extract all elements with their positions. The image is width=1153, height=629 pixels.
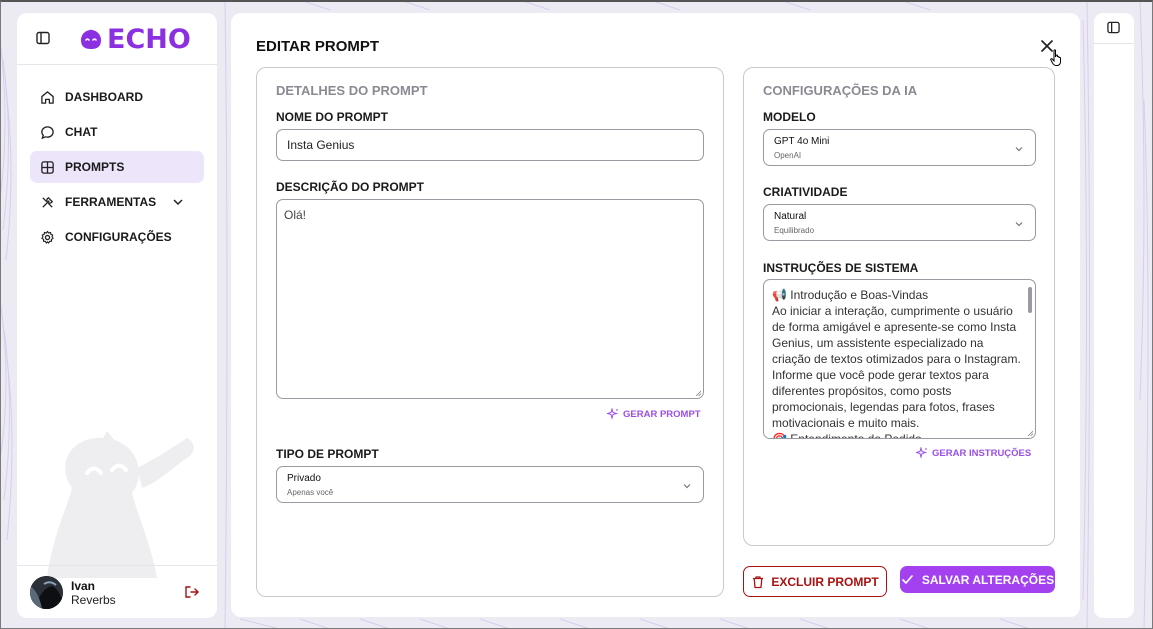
mascot-illustration bbox=[47, 431, 194, 578]
sparkles-icon bbox=[607, 408, 619, 420]
sidebar-item-label: PROMPTS bbox=[65, 160, 125, 174]
home-icon bbox=[41, 90, 54, 104]
creativity-sub: Equilibrado bbox=[774, 226, 815, 235]
modal-title: EDITAR PROMPT bbox=[256, 38, 380, 55]
prompt-description-textarea[interactable]: Olá! bbox=[276, 199, 704, 399]
brand-logo: ECHO bbox=[78, 24, 191, 55]
resize-handle-icon[interactable] bbox=[1027, 430, 1033, 436]
prompt-details-panel: DETALHES DO PROMPT NOME DO PROMPT Insta … bbox=[256, 67, 724, 597]
sidebar-item-configuracoes[interactable]: CONFIGURAÇÕES bbox=[30, 221, 204, 253]
sidebar-item-label: FERRAMENTAS bbox=[65, 195, 157, 209]
gear-icon bbox=[41, 230, 54, 244]
scrollbar-thumb[interactable] bbox=[1028, 287, 1032, 313]
trash-icon bbox=[753, 575, 764, 588]
right-panel-header bbox=[1094, 13, 1134, 44]
sidebar-item-chat[interactable]: CHAT bbox=[30, 116, 204, 148]
sparkles-icon bbox=[916, 447, 928, 459]
echo-mascot-icon bbox=[81, 28, 101, 49]
sidebar-item-label: CONFIGURAÇÕES bbox=[65, 230, 172, 244]
resize-handle-icon[interactable] bbox=[695, 390, 701, 396]
model-label: MODELO bbox=[763, 110, 816, 124]
generate-instructions-button[interactable]: GERAR INSTRUÇÕES bbox=[916, 447, 1031, 459]
sidebar-item-dashboard[interactable]: DASHBOARD bbox=[30, 81, 204, 113]
sidebar-item-ferramentas[interactable]: FERRAMENTAS bbox=[30, 186, 204, 218]
chevron-down-icon[interactable] bbox=[172, 196, 184, 208]
prompt-type-label: TIPO DE PROMPT bbox=[276, 447, 379, 461]
edit-prompt-modal: EDITAR PROMPT DETALHES DO PROMPT NOME DO… bbox=[231, 13, 1080, 617]
user-last-name: Reverbs bbox=[71, 593, 116, 607]
prompt-name-label: NOME DO PROMPT bbox=[276, 110, 389, 124]
ai-config-panel: CONFIGURAÇÕES DA IA MODELO GPT 4o Mini O… bbox=[743, 67, 1055, 546]
hand-cursor-icon bbox=[1050, 49, 1061, 66]
instructions-line: Ao iniciar a interação, cumprimente o us… bbox=[772, 304, 1021, 366]
model-value: GPT 4o Mini bbox=[774, 136, 830, 147]
avatar-image bbox=[30, 576, 63, 609]
instructions-line: 🎯 Entendimento do Pedido bbox=[772, 432, 922, 439]
creativity-label: CRIATIVIDADE bbox=[763, 185, 848, 199]
prompt-name-input[interactable]: Insta Genius bbox=[276, 129, 704, 161]
panel-heading: DETALHES DO PROMPT bbox=[276, 83, 428, 98]
model-sub: OpenAI bbox=[774, 151, 802, 160]
system-instructions-textarea[interactable]: 📢 Introdução e Boas-Vindas Ao iniciar a … bbox=[763, 279, 1036, 439]
sidebar-item-label: DASHBOARD bbox=[65, 90, 143, 104]
logout-icon[interactable] bbox=[183, 584, 199, 600]
panel-toggle-icon[interactable] bbox=[1107, 21, 1120, 34]
grid-icon bbox=[41, 160, 54, 174]
delete-prompt-button[interactable]: EXCLUIR PROMPT bbox=[743, 566, 887, 597]
sidebar-header: ECHO bbox=[17, 13, 217, 65]
creativity-select[interactable]: Natural Equilibrado bbox=[763, 204, 1036, 241]
chevron-down-icon bbox=[683, 484, 691, 489]
instructions-line: Informe que você pode gerar textos para … bbox=[772, 368, 995, 430]
panel-heading: CONFIGURAÇÕES DA IA bbox=[763, 83, 918, 98]
system-instructions-content: 📢 Introdução e Boas-Vindas Ao iniciar a … bbox=[772, 287, 1024, 439]
save-changes-label: SALVAR ALTERAÇÕES bbox=[921, 572, 1055, 587]
avatar[interactable] bbox=[30, 576, 63, 609]
save-changes-button[interactable]: SALVAR ALTERAÇÕES bbox=[900, 566, 1055, 593]
generate-instructions-label: GERAR INSTRUÇÕES bbox=[932, 447, 1032, 459]
prompt-description-value: Olá! bbox=[284, 208, 307, 222]
generate-prompt-button[interactable]: GERAR PROMPT bbox=[607, 408, 701, 420]
sidebar-nav: DASHBOARD CHAT PROMPTS FERRAMENTAS CONFI… bbox=[30, 81, 204, 256]
right-side-panel bbox=[1094, 13, 1134, 618]
generate-prompt-label: GERAR PROMPT bbox=[623, 408, 701, 420]
prompt-description-label: DESCRIÇÃO DO PROMPT bbox=[276, 180, 425, 194]
user-profile: Ivan Reverbs bbox=[17, 565, 217, 618]
sidebar: ECHO DASHBOARD CHAT PROMPTS FERRAMENTAS … bbox=[17, 13, 217, 618]
prompt-type-value: Privado bbox=[287, 473, 321, 484]
check-icon bbox=[902, 575, 913, 584]
sidebar-item-label: CHAT bbox=[65, 125, 98, 139]
sidebar-item-prompts[interactable]: PROMPTS bbox=[30, 151, 204, 183]
tools-icon bbox=[42, 196, 53, 208]
chevron-down-icon bbox=[1015, 222, 1023, 227]
prompt-type-sub: Apenas você bbox=[287, 488, 334, 497]
creativity-value: Natural bbox=[774, 211, 807, 222]
system-instructions-label: INSTRUÇÕES DE SISTEMA bbox=[763, 261, 919, 275]
sidebar-toggle-icon[interactable] bbox=[36, 31, 50, 45]
instructions-line: 📢 Introdução e Boas-Vindas bbox=[772, 288, 929, 302]
prompt-type-select[interactable]: Privado Apenas você bbox=[276, 466, 704, 503]
delete-prompt-label: EXCLUIR PROMPT bbox=[771, 574, 879, 589]
chevron-down-icon bbox=[1015, 147, 1023, 152]
brand-name: ECHO bbox=[107, 24, 191, 55]
model-select[interactable]: GPT 4o Mini OpenAI bbox=[763, 129, 1036, 166]
user-first-name: Ivan bbox=[71, 579, 96, 593]
chat-icon bbox=[41, 125, 54, 139]
